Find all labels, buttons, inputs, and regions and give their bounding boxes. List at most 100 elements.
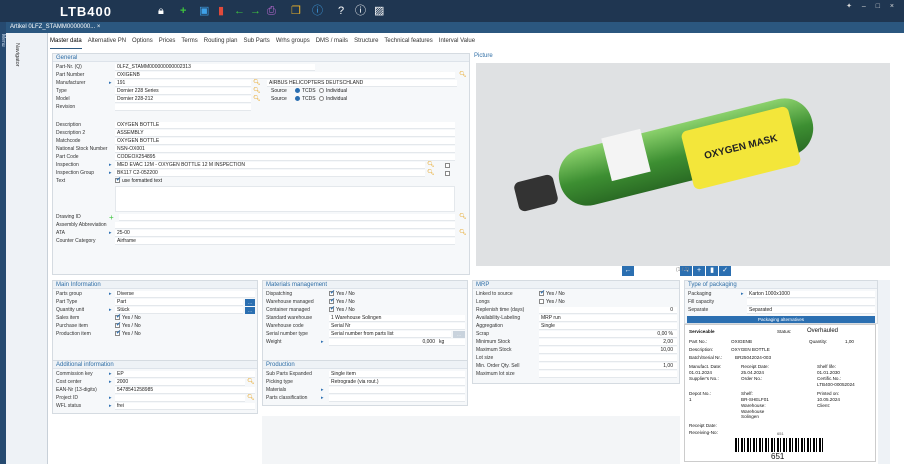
picking-type-select[interactable]: Retrograde (via rout.) <box>329 379 465 386</box>
tab-wrhs-groups[interactable]: Wrhs groups <box>276 38 310 49</box>
arrow-right-icon[interactable]: ▸ <box>109 371 112 378</box>
minimum-stock-field[interactable]: 2,00 <box>539 339 677 346</box>
navigator-strip[interactable]: Navigator <box>6 33 48 464</box>
arrow-right-icon[interactable]: ▸ <box>109 170 112 177</box>
arrow-right-icon[interactable]: ▸ <box>109 395 112 402</box>
commission-key-select[interactable]: EP <box>115 371 255 378</box>
arrow-right-icon[interactable]: ▸ <box>109 403 112 410</box>
delete-picture-button[interactable]: ▮ <box>706 266 718 276</box>
add-icon[interactable]: + <box>109 214 114 222</box>
text-editor[interactable] <box>115 186 455 212</box>
arrow-right-icon[interactable]: ▸ <box>321 395 324 402</box>
search-icon[interactable]: 🔍︎ <box>247 379 255 386</box>
inspection-checkbox[interactable] <box>445 163 452 170</box>
copy-icon[interactable]: ❐ <box>291 5 301 17</box>
purchase-item-checkbox[interactable]: Yes / No <box>115 322 141 330</box>
description-field[interactable]: OXYGEN BOTTLE <box>115 122 455 129</box>
description2-field[interactable]: ASSEMBLY <box>115 130 455 137</box>
search-icon[interactable]: 🔍︎ <box>459 214 467 221</box>
arrow-left-icon[interactable]: ← <box>234 5 245 17</box>
window-controls[interactable]: ✦ – □ × <box>846 2 898 10</box>
search-icon[interactable]: 🔍︎ <box>459 72 467 79</box>
search-icon[interactable]: 🔍︎ <box>459 230 467 237</box>
tab-structure[interactable]: Structure <box>354 38 378 49</box>
availability-labeling-select[interactable]: MRP run <box>539 315 677 322</box>
dispatching-checkbox[interactable]: Yes / No <box>329 290 355 298</box>
save-icon[interactable]: ▣ <box>199 5 209 17</box>
image-icon[interactable]: ▨ <box>374 5 384 17</box>
confirm-picture-button[interactable]: ✓ <box>719 266 731 276</box>
nsn-field[interactable]: NSN-OX001 <box>115 146 455 153</box>
help-icon[interactable]: ? <box>338 5 344 17</box>
source-tcds-radio[interactable]: TCDS <box>295 96 316 103</box>
part-type-more-button[interactable]: … <box>245 299 255 306</box>
arrow-right-icon[interactable]: ▸ <box>741 291 744 298</box>
tab-technical-features[interactable]: Technical features <box>384 38 432 49</box>
container-managed-checkbox[interactable]: Yes / No <box>329 306 355 314</box>
scrap-field[interactable]: 0,00 % <box>539 331 677 338</box>
tab-terms[interactable]: Terms <box>181 38 197 49</box>
maximum-stock-field[interactable]: 10,00 <box>539 347 677 354</box>
quantity-unit-select[interactable]: Stück <box>115 307 243 314</box>
search-icon[interactable]: 🔍︎ <box>253 88 261 95</box>
matchcode-field[interactable]: OXYGEN BOTTLE <box>115 138 455 145</box>
project-id-field[interactable] <box>115 395 245 402</box>
previous-picture-button[interactable]: ← <box>622 266 634 276</box>
separate-select[interactable]: Separated <box>747 307 875 314</box>
sales-item-checkbox[interactable]: Yes / No <box>115 314 141 322</box>
packaging-select[interactable]: Karton 1000x1000 <box>747 291 875 298</box>
search-icon[interactable]: 🔍︎ <box>247 395 255 402</box>
parts-classification-field[interactable] <box>329 395 465 402</box>
lock-icon[interactable]: 🔒︎ <box>158 5 164 17</box>
parts-group-select[interactable]: Diverse <box>115 291 255 298</box>
search-icon[interactable]: 🔍︎ <box>253 96 261 103</box>
arrow-right-icon[interactable]: → <box>250 5 261 17</box>
model-field[interactable]: Dornier 228-212 <box>115 96 251 103</box>
arrow-right-icon[interactable]: ▸ <box>109 307 112 314</box>
standard-warehouse-select[interactable]: 1 Warehouse Solingen <box>329 315 465 322</box>
type-field[interactable]: Dornier 228 Series <box>115 88 251 95</box>
drawing-field[interactable] <box>119 214 455 221</box>
replenish-time-field[interactable]: 0 <box>539 307 677 314</box>
part-type-select[interactable]: Part <box>115 299 243 306</box>
delete-icon[interactable]: ▮ <box>218 5 224 17</box>
warehouse-code-select[interactable]: Serial Nr <box>329 323 465 330</box>
serial-number-more-button[interactable]: … <box>453 331 465 338</box>
tab-routing-plan[interactable]: Routing plan <box>204 38 238 49</box>
materials-field[interactable] <box>329 387 465 394</box>
assembly-field[interactable] <box>115 222 455 229</box>
production-item-checkbox[interactable]: Yes / No <box>115 330 141 338</box>
arrow-right-icon[interactable]: ▸ <box>109 230 112 237</box>
cost-center-field[interactable]: 2000 <box>115 379 245 386</box>
use-formatted-checkbox[interactable]: use formatted text <box>115 177 162 185</box>
fill-capacity-field[interactable] <box>747 299 875 306</box>
tab-options[interactable]: Options <box>132 38 153 49</box>
source-tcds-radio[interactable]: TCDS <box>295 88 316 95</box>
linked-to-source-checkbox[interactable]: Yes / No <box>539 290 565 298</box>
add-picture-button[interactable]: + <box>693 266 705 276</box>
arrow-right-icon[interactable]: ▸ <box>109 291 112 298</box>
warehouse-managed-checkbox[interactable]: Yes / No <box>329 298 355 306</box>
arrow-right-icon[interactable]: ▸ <box>109 80 112 87</box>
right-scrollbar[interactable] <box>878 280 890 464</box>
source-individual-radio[interactable]: Individual <box>319 96 347 103</box>
source-individual-radio[interactable]: Individual <box>319 88 347 95</box>
print-icon[interactable]: ⎙ <box>267 5 276 17</box>
inspection-group-field[interactable]: BK117 C2-052200 <box>115 170 425 177</box>
lot-size-field[interactable] <box>539 355 677 362</box>
packaging-alternatives-button[interactable]: Packaging alternatives <box>687 316 875 323</box>
maximum-lot-size-field[interactable] <box>539 371 677 378</box>
tab-sub-parts[interactable]: Sub Parts <box>243 38 269 49</box>
part-number-field[interactable]: OXIGENB <box>115 72 455 79</box>
arrow-right-icon[interactable]: ▸ <box>321 387 324 394</box>
serial-number-type-select[interactable]: Serial number from parts list <box>329 331 451 338</box>
info-icon-2[interactable]: ⓘ <box>355 5 366 17</box>
search-icon[interactable]: 🔍︎ <box>427 170 435 177</box>
sub-parts-expanded-select[interactable]: Single item <box>329 371 465 378</box>
arrow-right-icon[interactable]: ▸ <box>109 162 112 169</box>
search-icon[interactable]: 🔍︎ <box>253 80 261 87</box>
info-icon[interactable]: ⓘ <box>312 5 323 17</box>
add-icon[interactable]: + <box>180 5 186 17</box>
search-icon[interactable]: 🔍︎ <box>427 162 435 169</box>
weight-field[interactable]: 0,000 <box>329 339 465 346</box>
